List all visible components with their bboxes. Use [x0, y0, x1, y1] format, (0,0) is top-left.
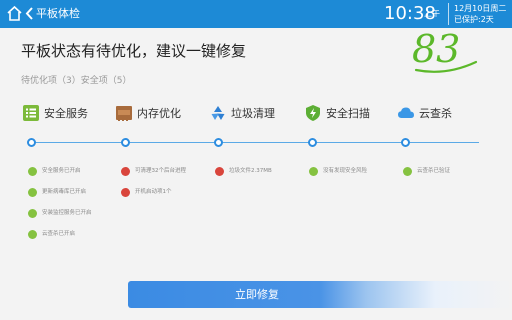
check-item-text: 安全服务已开启 [42, 168, 81, 174]
date-info: 12月10日周二 已保护:2天 [454, 3, 506, 25]
cloud-icon [398, 107, 414, 118]
check-item-text: 更新病毒库已开启 [42, 189, 87, 195]
back-arrow-icon[interactable] [24, 6, 34, 21]
date-text: 12月10日周二 [454, 4, 507, 13]
home-icon[interactable] [6, 5, 23, 22]
timeline-node [214, 138, 223, 147]
ram-chip-icon [116, 106, 132, 121]
check-item-text: 垃圾文件2.37MB [229, 168, 272, 174]
fix-now-button[interactable] [128, 281, 512, 308]
check-item-text: 没有发现安全风险 [323, 168, 368, 174]
health-score: 83 [412, 27, 478, 73]
ok-check-icon [28, 209, 37, 218]
ok-check-icon [309, 167, 318, 176]
clock-ampm: 上午 [424, 9, 440, 18]
health-score-value: 83 [412, 27, 460, 71]
timeline-node [121, 138, 130, 147]
check-item-text: 开机启动项1个 [135, 189, 172, 195]
check-item-text: 可清理32个后台进程 [135, 168, 186, 174]
pending-summary: 待优化项（3）安全项（5） [21, 76, 132, 86]
progress-timeline [29, 142, 479, 143]
timeline-node [401, 138, 410, 147]
fix-now-label: 立即修复 [235, 288, 279, 301]
category-label: 云查杀 [419, 107, 452, 120]
category-label: 垃圾清理 [231, 107, 275, 120]
ok-check-icon [28, 167, 37, 176]
list-icon [23, 105, 39, 121]
status-headline: 平板状态有待优化，建议一键修复 [21, 42, 247, 60]
category-label: 安全扫描 [326, 107, 370, 120]
ok-check-icon [28, 188, 37, 197]
warning-icon [121, 188, 130, 197]
ok-check-icon [403, 167, 412, 176]
category-label: 内存优化 [137, 107, 181, 120]
shield-icon [306, 105, 320, 121]
timeline-node [308, 138, 317, 147]
check-item-text: 云查杀已验证 [417, 168, 451, 174]
check-item-text: 安装监控服务已开启 [42, 210, 92, 216]
warning-icon [215, 167, 224, 176]
warning-icon [121, 167, 130, 176]
ok-check-icon [28, 230, 37, 239]
category-label: 安全服务 [44, 107, 88, 120]
timeline-node [27, 138, 36, 147]
check-item-text: 云查杀已开启 [42, 231, 76, 237]
recycle-icon [211, 106, 225, 120]
app-title: 平板体检 [36, 7, 80, 20]
topbar-divider [448, 3, 449, 25]
